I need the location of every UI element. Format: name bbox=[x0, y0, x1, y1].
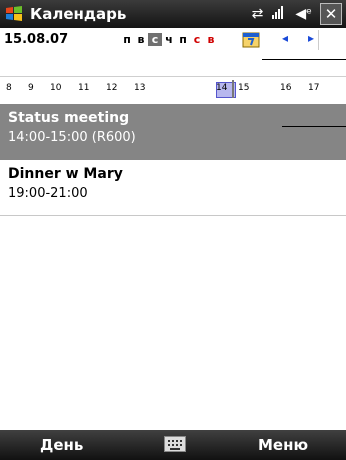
weekday-thu[interactable]: ч bbox=[162, 33, 176, 46]
hour-label: 15 bbox=[238, 83, 250, 93]
weekday-sun[interactable]: в bbox=[204, 33, 218, 46]
hour-label: 16 bbox=[280, 83, 292, 93]
weekday-fri[interactable]: п bbox=[176, 33, 190, 46]
appointment-item[interactable]: Status meeting 14:00-15:00 (R600) bbox=[0, 104, 346, 160]
current-date[interactable]: 15.08.07 bbox=[4, 32, 68, 47]
signal-icon[interactable] bbox=[271, 5, 287, 23]
hour-label: 14 bbox=[216, 83, 228, 93]
week-header: 15.08.07 п в с ч п с в ◂ ▸ 8 9 10 11 12 … bbox=[0, 28, 346, 98]
appointment-item[interactable]: Dinner w Mary 19:00-21:00 bbox=[0, 160, 346, 216]
hour-label: 8 bbox=[6, 83, 12, 93]
appointment-time: 19:00-21:00 bbox=[8, 186, 88, 201]
hour-label: 17 bbox=[308, 83, 320, 93]
callout-line bbox=[282, 126, 346, 127]
hour-label: 10 bbox=[50, 83, 62, 93]
hour-label: 13 bbox=[134, 83, 146, 93]
windows-flag-icon[interactable] bbox=[0, 0, 28, 28]
title-bar: Календарь ⇄ ◀ᵉ ✕ bbox=[0, 0, 346, 28]
appointment-time: 14:00-15:00 (R600) bbox=[8, 130, 136, 145]
hour-label: 11 bbox=[78, 83, 90, 93]
close-icon: ✕ bbox=[324, 5, 338, 23]
previous-week-icon[interactable]: ◂ bbox=[276, 31, 294, 45]
day-view-softkey[interactable]: День bbox=[40, 436, 83, 454]
weekday-tue[interactable]: в bbox=[134, 33, 148, 46]
calendar-screen: Календарь ⇄ ◀ᵉ ✕ 15.08.07 п в с ч п с в … bbox=[0, 0, 346, 460]
app-title: Календарь bbox=[30, 5, 127, 23]
weekday-mon[interactable]: п bbox=[120, 33, 134, 46]
close-button[interactable]: ✕ bbox=[320, 3, 342, 25]
appointment-title: Status meeting bbox=[8, 110, 130, 126]
connectivity-icon[interactable]: ⇄ bbox=[252, 6, 264, 22]
appointment-title: Dinner w Mary bbox=[8, 166, 123, 182]
menu-softkey[interactable]: Меню bbox=[258, 436, 308, 454]
weekday-strip: п в с ч п с в bbox=[120, 33, 218, 46]
current-time-marker bbox=[232, 80, 234, 98]
weekday-wed[interactable]: с bbox=[148, 33, 162, 46]
go-to-today-icon[interactable] bbox=[240, 30, 262, 50]
softkey-bar: День Меню bbox=[0, 430, 346, 460]
hour-label: 9 bbox=[28, 83, 34, 93]
keyboard-icon[interactable] bbox=[164, 436, 186, 452]
callout-line bbox=[262, 59, 346, 60]
status-icons: ⇄ ◀ᵉ ✕ bbox=[252, 3, 342, 25]
hour-label: 12 bbox=[106, 83, 118, 93]
hour-ruler: 8 9 10 11 12 13 14 15 16 17 bbox=[0, 80, 346, 100]
volume-icon[interactable]: ◀ᵉ bbox=[295, 6, 312, 22]
weekday-sat[interactable]: с bbox=[190, 33, 204, 46]
nav-divider bbox=[318, 30, 319, 50]
